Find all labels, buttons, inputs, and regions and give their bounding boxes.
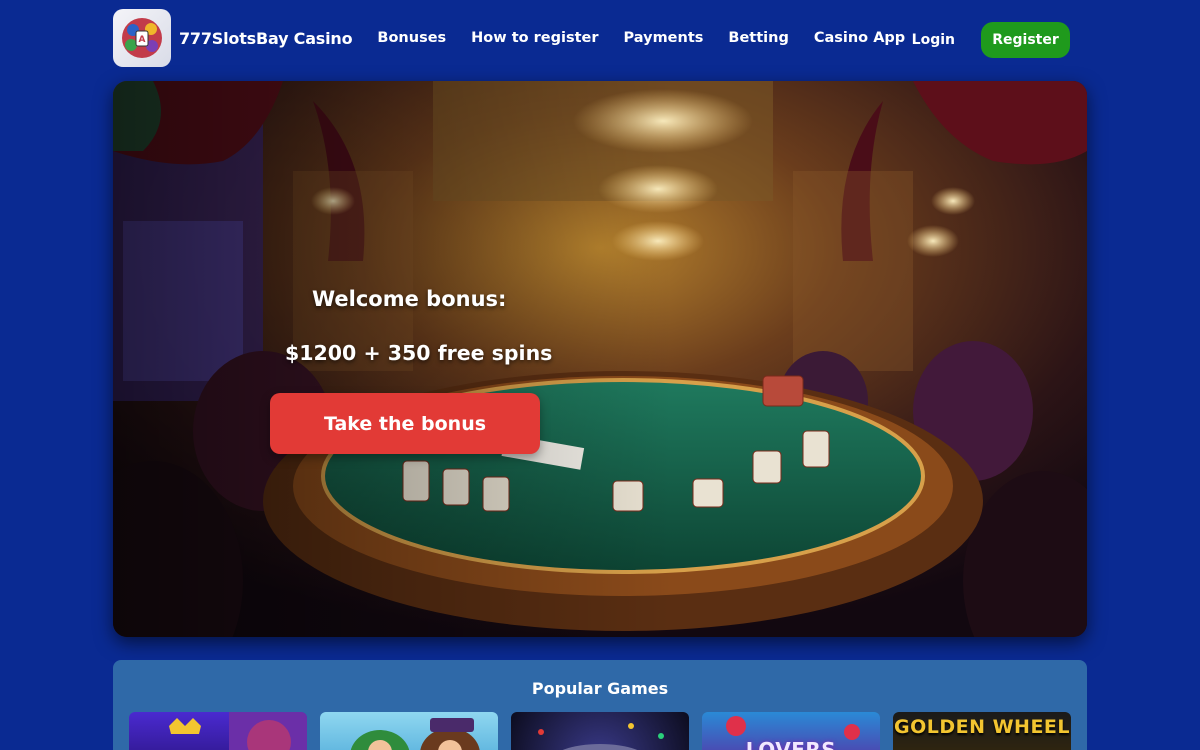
hero-title: Welcome bonus: — [312, 287, 507, 311]
nav-how-to-register[interactable]: How to register — [471, 30, 598, 46]
nav-betting[interactable]: Betting — [728, 30, 788, 46]
game-thumbnail — [169, 712, 307, 750]
game-title: GOLDEN WHEEL — [893, 716, 1071, 738]
popular-games-section: Popular Games LOVERS GOLDEN WHEEL — [113, 660, 1087, 750]
main-nav: Bonuses How to register Payments Betting… — [377, 30, 905, 46]
svg-text:A: A — [139, 35, 146, 45]
casino-logo-icon[interactable]: A — [113, 9, 171, 67]
section-title: Popular Games — [531, 679, 669, 698]
game-thumbnail — [538, 723, 664, 750]
game-title: LOVERS — [745, 738, 837, 750]
site-header: A 777SlotsBay Casino Bonuses How to regi… — [113, 8, 1087, 68]
hero-banner: Welcome bonus: $1200 + 350 free spins Ta… — [113, 81, 1087, 637]
casino-interior-image — [113, 81, 1087, 637]
hero-subtitle: $1200 + 350 free spins — [285, 341, 553, 365]
auth-controls: Login Register — [912, 22, 1070, 58]
nav-casino-app[interactable]: Casino App — [814, 30, 905, 46]
brand-name[interactable]: 777SlotsBay Casino — [179, 29, 353, 48]
game-card[interactable]: LOVERS — [702, 712, 880, 750]
game-card[interactable] — [320, 712, 498, 750]
login-link[interactable]: Login — [912, 32, 955, 48]
game-card[interactable] — [129, 712, 307, 750]
register-button[interactable]: Register — [981, 22, 1070, 58]
nav-bonuses[interactable]: Bonuses — [377, 30, 446, 46]
take-bonus-button[interactable]: Take the bonus — [270, 393, 540, 454]
nav-payments[interactable]: Payments — [624, 30, 704, 46]
game-thumbnail — [350, 718, 480, 750]
game-card[interactable] — [511, 712, 689, 750]
game-card[interactable]: GOLDEN WHEEL — [893, 712, 1071, 750]
